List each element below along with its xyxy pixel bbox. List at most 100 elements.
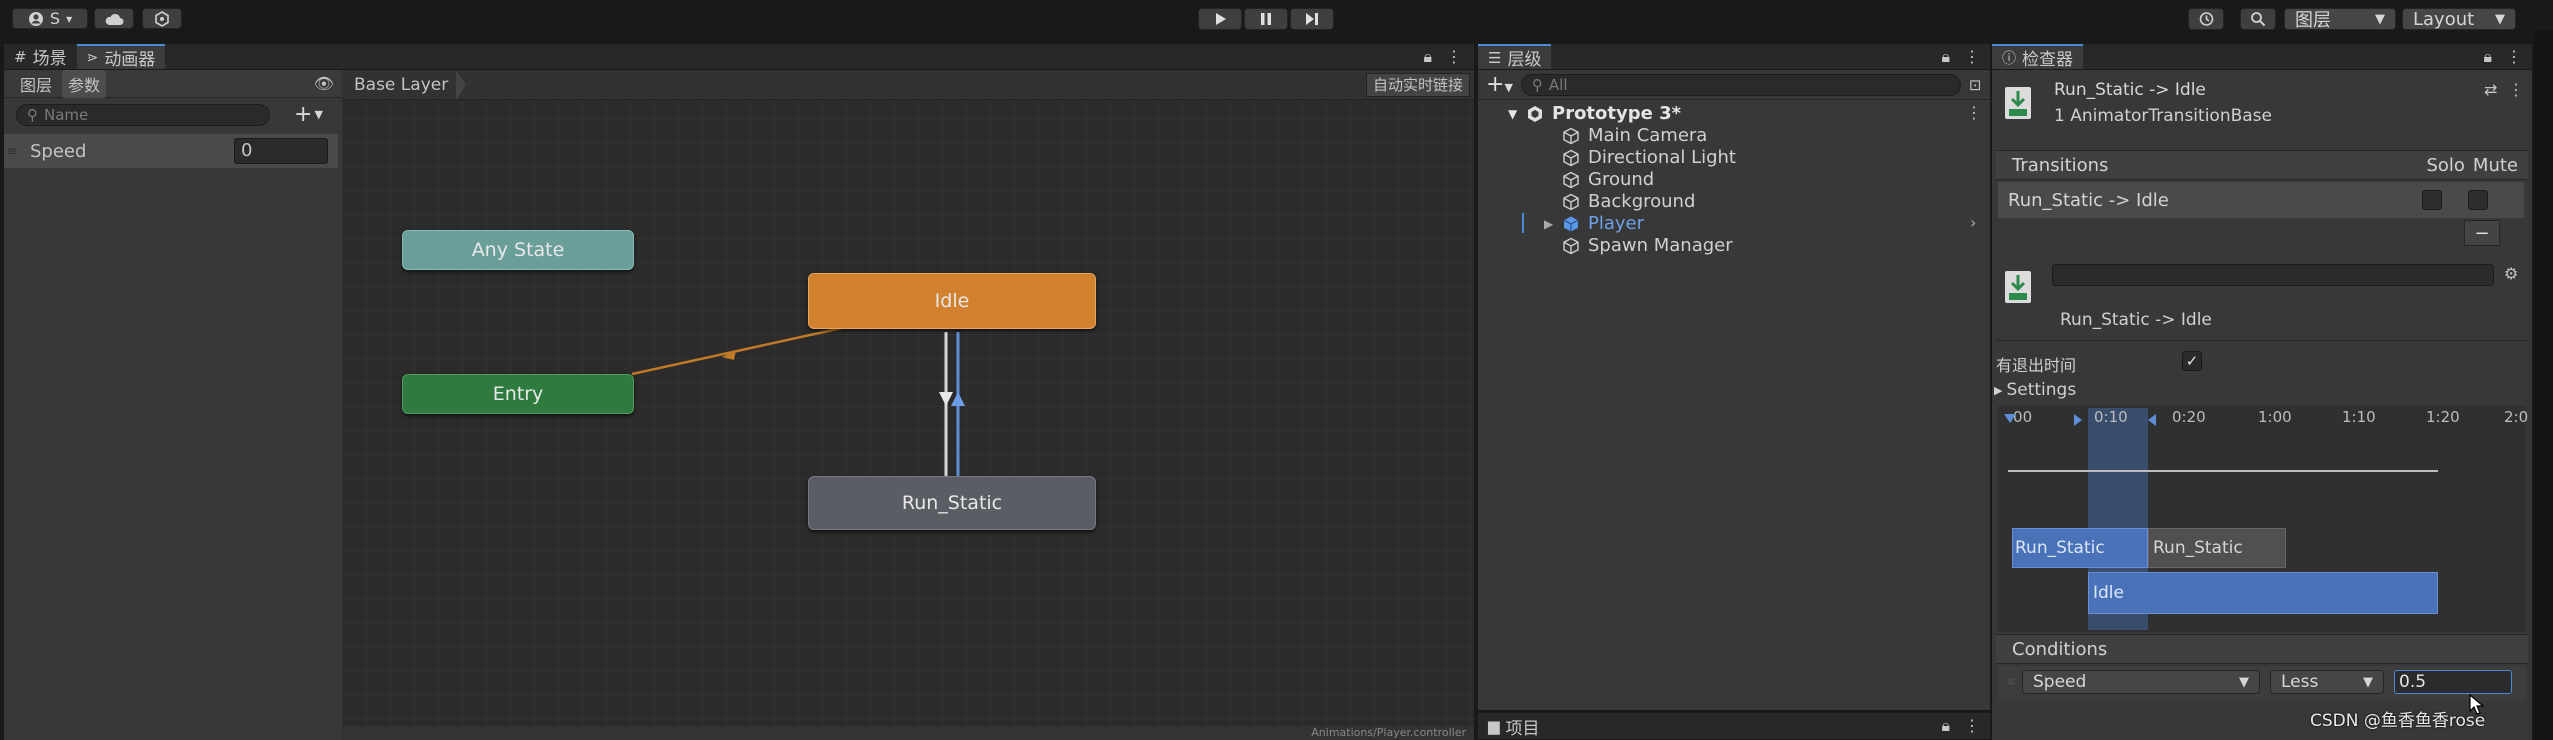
search-icon <box>2251 12 2266 27</box>
gear-icon[interactable]: ⚙ <box>2504 264 2518 283</box>
drag-handle-icon[interactable]: ≡ <box>2006 674 2016 688</box>
scene-name: Prototype 3* <box>1552 103 1682 124</box>
cloud-icon <box>105 13 124 25</box>
tab-scene[interactable]: # 场景 <box>4 44 77 70</box>
more-options-icon[interactable]: ⋮ <box>1966 103 1982 122</box>
mute-checkbox[interactable] <box>2468 190 2488 210</box>
remove-transition-button[interactable]: − <box>2464 220 2500 246</box>
chevron-down-icon: ▼ <box>2495 11 2505 27</box>
state-idle[interactable]: Idle <box>808 273 1096 329</box>
step-button[interactable] <box>1290 8 1334 30</box>
condition-parameter-dropdown[interactable]: Speed ▼ <box>2022 670 2260 694</box>
tab-inspector[interactable]: ⓘ 检查器 <box>1992 44 2083 70</box>
transition-list-item[interactable]: Run_Static -> Idle <box>1998 182 2524 218</box>
folder-icon: ▆ <box>1488 717 1500 735</box>
chevron-right-icon[interactable]: › <box>1970 213 1976 232</box>
more-options-icon[interactable]: ⋮ <box>1446 47 1462 67</box>
lock-icon[interactable]: 🔒︎ <box>1941 716 1950 736</box>
cloud-button[interactable] <box>94 8 134 29</box>
window-edge <box>2534 30 2553 740</box>
layers-dropdown[interactable]: 图层 ▼ <box>2284 8 2396 31</box>
parameter-value-field[interactable]: 0 <box>234 138 328 164</box>
condition-operator-dropdown[interactable]: Less ▼ <box>2270 670 2384 694</box>
tab-scene-label: 场景 <box>32 49 67 69</box>
tab-hierarchy-label: 层级 <box>1507 50 1542 70</box>
hierarchy-item[interactable]: Main Camera <box>1562 125 1707 146</box>
hierarchy-tabbar: ☰ 层级 🔒︎ ⋮ <box>1478 44 1990 70</box>
condition-parameter-label: Speed <box>2033 672 2087 692</box>
transition-name-field[interactable] <box>2052 264 2494 286</box>
history-icon <box>2199 12 2214 26</box>
tab-animator[interactable]: ⋗ 动画器 <box>76 44 166 70</box>
live-link-button[interactable]: 自动实时链接 <box>1365 72 1470 97</box>
layout-dropdown[interactable]: Layout ▼ <box>2402 8 2516 30</box>
drag-handle-icon[interactable]: ≡ <box>4 144 20 158</box>
state-run-static[interactable]: Run_Static <box>808 476 1096 530</box>
solo-checkbox[interactable] <box>2422 190 2442 210</box>
filter-icon[interactable]: ⊡ <box>1969 76 1982 94</box>
hierarchy-item-player[interactable]: ▶ Player <box>1544 213 1644 234</box>
tab-project[interactable]: ▆ 项目 <box>1478 713 1550 739</box>
gameobject-icon <box>1563 149 1579 166</box>
pause-button[interactable] <box>1244 8 1288 30</box>
more-options-icon[interactable]: ⋮ <box>2508 80 2524 99</box>
hierarchy-item[interactable]: Directional Light <box>1562 147 1736 168</box>
account-icon <box>28 11 43 26</box>
target-clip-bar[interactable]: Idle <box>2088 572 2438 614</box>
layout-label: Layout <box>2413 8 2475 30</box>
breadcrumb[interactable]: Base Layer <box>342 75 456 95</box>
transition-curve <box>2008 470 2438 472</box>
more-options-icon[interactable]: ⋮ <box>1964 47 1980 67</box>
collab-button[interactable] <box>142 8 182 29</box>
chevron-right-icon: ▶ <box>1994 383 2003 397</box>
settings-foldout[interactable]: ▶ Settings <box>1994 380 2076 400</box>
lock-icon[interactable]: 🔒︎ <box>2483 47 2492 67</box>
hierarchy-toolbar: +▼ ⚲ All ⊡ <box>1478 70 1990 100</box>
hierarchy-item[interactable]: Background <box>1562 191 1695 212</box>
subtab-layers[interactable]: 图层 <box>16 70 56 98</box>
source-clip-bar[interactable]: Run_Static <box>2012 528 2148 568</box>
transition-end-marker-icon[interactable] <box>2148 414 2156 426</box>
transition-item-label: Run_Static -> Idle <box>2008 189 2169 211</box>
hierarchy-item[interactable]: Ground <box>1562 169 1654 190</box>
scene-root[interactable]: ▼ Prototype 3* <box>1508 103 1682 124</box>
unity-scene-icon <box>1528 105 1542 122</box>
animator-subtabs: 图层 参数 👁︎ <box>4 69 342 98</box>
hierarchy-item-label: Directional Light <box>1588 147 1736 168</box>
play-button[interactable] <box>1198 8 1242 30</box>
subtab-parameters[interactable]: 参数 <box>62 69 107 98</box>
tab-project-label: 项目 <box>1505 718 1540 739</box>
condition-value-input[interactable]: 0.5 <box>2394 670 2512 694</box>
state-any-state[interactable]: Any State <box>402 230 634 270</box>
tab-inspector-label: 检查器 <box>2022 50 2073 70</box>
more-options-icon[interactable]: ⋮ <box>2506 47 2522 67</box>
condition-operator-label: Less <box>2281 672 2319 692</box>
state-entry[interactable]: Entry <box>402 374 634 414</box>
inspector-title: Run_Static -> Idle <box>2054 80 2206 100</box>
source-clip-bar-continuation[interactable]: Run_Static <box>2148 528 2286 568</box>
parameter-search-input[interactable]: ⚲ Name <box>16 104 270 126</box>
entry-to-idle-transition[interactable] <box>631 326 843 376</box>
add-parameter-button[interactable]: + ▼ <box>294 102 334 127</box>
history-button[interactable] <box>2188 8 2224 30</box>
search-button[interactable] <box>2240 8 2276 30</box>
hierarchy-search-input[interactable]: ⚲ All <box>1520 73 1961 96</box>
hierarchy-item[interactable]: Spawn Manager <box>1562 235 1733 256</box>
playhead-icon[interactable] <box>2004 414 2016 423</box>
account-dropdown[interactable]: S ▾ <box>12 8 88 29</box>
has-exit-time-checkbox[interactable]: ✓ <box>2182 351 2202 371</box>
transition-start-marker-icon[interactable] <box>2074 414 2082 426</box>
more-options-icon[interactable]: ⋮ <box>1964 716 1980 736</box>
preset-icon[interactable]: ⇄ <box>2484 80 2497 99</box>
gameobject-icon <box>1563 127 1579 144</box>
lock-icon[interactable]: 🔒︎ <box>1423 47 1432 67</box>
create-button[interactable]: +▼ <box>1486 72 1513 97</box>
account-label: S <box>49 9 61 28</box>
eye-icon[interactable]: 👁︎ <box>314 74 342 93</box>
tab-animator-label: 动画器 <box>104 50 156 70</box>
lock-icon[interactable]: 🔒︎ <box>1941 47 1950 67</box>
hierarchy-item-label: Main Camera <box>1588 125 1708 146</box>
tab-hierarchy[interactable]: ☰ 层级 <box>1478 44 1552 70</box>
chevron-down-icon: ▼ <box>2239 674 2249 690</box>
list-icon: ☰ <box>1488 48 1502 67</box>
